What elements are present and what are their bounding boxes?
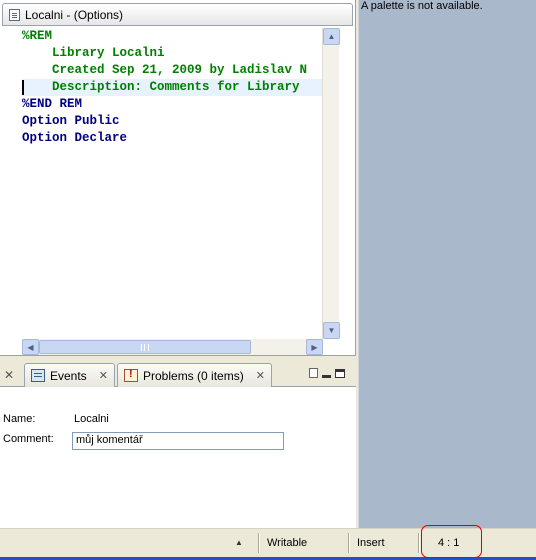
code-line-3: Created Sep 21, 2009 by Ladislav N — [22, 63, 308, 77]
problems-icon — [124, 368, 138, 382]
view-menu-icon[interactable] — [309, 368, 318, 378]
code-line-7: Option Declare — [22, 131, 128, 145]
scroll-up-icon[interactable]: ▲ — [323, 28, 340, 45]
tab-events-label: Events — [50, 368, 87, 383]
properties-form: Name: Localni Comment: můj komentář — [0, 387, 356, 528]
views-panel: ✕ Events ✕ Problems (0 items) ✕ Name: Lo… — [0, 360, 356, 528]
comment-field[interactable]: můj komentář — [72, 432, 284, 450]
editor-tab-title: Localni - (Options) — [25, 7, 124, 22]
close-icon[interactable]: ✕ — [4, 368, 14, 382]
cursor-position-highlight — [421, 525, 482, 558]
script-library-icon — [9, 8, 20, 21]
code-line-2: Library Localni — [22, 46, 165, 60]
editor-panel: Localni - (Options) %REM Library Localni… — [0, 0, 356, 356]
status-access: Writable — [267, 537, 308, 549]
code-line-6: Option Public — [22, 114, 120, 128]
code-line-1: %REM — [22, 29, 53, 43]
close-icon[interactable]: ✕ — [99, 369, 108, 382]
scroll-left-icon[interactable]: ◀ — [22, 339, 39, 355]
horizontal-scrollbar[interactable]: ◀ ▶ — [22, 339, 323, 355]
status-divider — [418, 533, 420, 553]
name-value: Localni — [74, 413, 109, 425]
status-divider — [258, 533, 260, 553]
vertical-scroll-track[interactable] — [324, 46, 339, 320]
tab-events[interactable]: Events ✕ — [24, 363, 115, 387]
close-icon[interactable]: ✕ — [256, 369, 265, 382]
scroll-down-icon[interactable]: ▼ — [323, 322, 340, 339]
editor-tab[interactable]: Localni - (Options) — [2, 3, 353, 26]
maximize-icon[interactable] — [335, 368, 345, 378]
comment-label: Comment: — [3, 433, 54, 445]
code-line-4-current: Description: Comments for Library — [22, 79, 322, 96]
views-tab-strip: ✕ Events ✕ Problems (0 items) ✕ — [0, 360, 356, 387]
vertical-scrollbar[interactable]: ▲ ▼ — [322, 28, 340, 339]
triangle-up-icon[interactable]: ▲ — [235, 538, 243, 547]
minimize-icon[interactable] — [322, 374, 331, 378]
palette-message: A palette is not available. — [361, 0, 483, 12]
tab-problems-label: Problems (0 items) — [143, 368, 244, 383]
palette-panel: A palette is not available. — [358, 0, 536, 528]
code-editor[interactable]: %REM Library Localni Created Sep 21, 200… — [0, 28, 322, 339]
code-line-5: %END REM — [22, 97, 83, 111]
grip-icon — [141, 343, 149, 351]
horizontal-scroll-thumb[interactable] — [39, 340, 251, 354]
tab-problems[interactable]: Problems (0 items) ✕ — [117, 363, 272, 387]
name-label: Name: — [3, 413, 36, 425]
text-caret — [22, 80, 24, 95]
view-toolbar — [309, 368, 345, 378]
scroll-right-icon[interactable]: ▶ — [306, 339, 323, 355]
events-icon — [31, 369, 45, 382]
status-mode: Insert — [357, 537, 385, 549]
status-divider — [348, 533, 350, 553]
